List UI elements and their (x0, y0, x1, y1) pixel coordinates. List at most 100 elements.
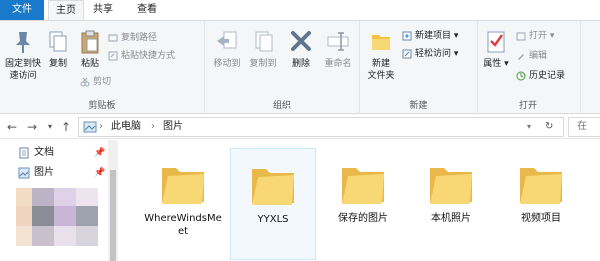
folder-item[interactable]: 视频项目 (498, 148, 584, 260)
obscured-region (54, 206, 76, 226)
file-list: WhereWindsMeet YYXLS 保存的图片 本机照片 视频项目 (120, 140, 600, 261)
open-icon (516, 32, 526, 40)
pin-icon: 📌 (94, 168, 106, 178)
cut-button[interactable]: 剪切 (80, 75, 111, 89)
edit-icon (518, 53, 524, 60)
delete-label: 删除 (291, 59, 310, 69)
obscured-region (16, 188, 32, 206)
nav-item-documents[interactable]: 文档 📌 (18, 144, 108, 162)
properties-icon (487, 31, 505, 53)
folder-item-selected[interactable]: YYXLS (230, 148, 316, 260)
obscured-region (16, 206, 32, 226)
pin-quick-access-label: 固定到快 速访问 (4, 59, 41, 81)
tab-home[interactable]: 主页 (48, 0, 84, 21)
obscured-region (76, 188, 98, 206)
folder-icon (520, 168, 562, 204)
obscured-region (32, 226, 54, 246)
history-button[interactable]: 历史记录 (516, 69, 565, 83)
obscured-region (54, 226, 76, 246)
pictures-icon (18, 167, 30, 179)
scissors-icon (80, 77, 90, 86)
folder-item[interactable]: 保存的图片 (320, 148, 406, 260)
nav-pane-scrollbar[interactable] (108, 140, 118, 261)
tab-file[interactable]: 文件 (0, 0, 44, 20)
delete-button[interactable]: 删除 (285, 29, 317, 70)
paste-shortcut-button[interactable]: 粘贴快捷方式 (108, 49, 175, 63)
edit-label: 编辑 (529, 51, 548, 61)
address-bar[interactable]: › 此电脑 › 图片 ▾ ↻ (78, 117, 564, 137)
properties-button[interactable]: 属性 ▾ (482, 29, 510, 70)
back-arrow-icon[interactable]: ← (4, 119, 20, 135)
open-button[interactable]: 打开 ▾ (516, 29, 554, 43)
paste-button[interactable]: 粘贴 (76, 29, 104, 70)
rename-label: 重命名 (324, 59, 352, 69)
copy-path-button[interactable]: 复制路径 (108, 31, 157, 45)
forward-arrow-icon[interactable]: → (24, 119, 40, 135)
copy-to-button[interactable]: 复制到 (245, 29, 281, 70)
tab-view[interactable]: 查看 (132, 0, 162, 20)
edit-button[interactable]: 编辑 (516, 49, 547, 63)
recent-locations-chevron-icon[interactable]: ▾ (42, 119, 58, 135)
rename-icon (327, 32, 349, 51)
obscured-region (76, 206, 98, 226)
nav-item-pictures[interactable]: 图片 📌 (18, 164, 108, 182)
copy-path-icon (108, 34, 118, 41)
organize-group-label: 组织 (272, 101, 291, 111)
up-arrow-icon[interactable]: ↑ (58, 119, 74, 135)
paste-shortcut-label: 粘贴快捷方式 (121, 51, 176, 61)
folder-icon (162, 168, 204, 204)
pin-icon (16, 32, 30, 53)
open-label: 打开 (529, 31, 548, 41)
delete-x-icon (291, 31, 311, 51)
tab-share[interactable]: 共享 (88, 0, 118, 20)
address-dropdown-chevron-icon[interactable]: ▾ (527, 118, 531, 136)
ribbon: 固定到快 速访问 复制 粘贴 复制路径 粘贴快捷方式 剪切 剪贴板 移动到 复制… (0, 20, 600, 114)
new-item-label: 新建项目 (415, 31, 452, 41)
folder-name: WhereWindsMeet (144, 213, 222, 237)
history-label: 历史记录 (529, 71, 566, 81)
rename-button[interactable]: 重命名 (319, 29, 357, 70)
copy-button[interactable]: 复制 (44, 29, 72, 70)
open-group-label: 打开 (518, 101, 537, 111)
new-folder-label: 新建 文件夹 (367, 59, 395, 81)
cut-label: 剪切 (93, 77, 112, 87)
documents-icon (19, 147, 29, 159)
folder-icon (252, 169, 294, 205)
breadcrumb-pictures[interactable]: 图片 (163, 118, 183, 136)
easy-access-button[interactable]: 轻松访问 ▾ (402, 47, 458, 61)
nav-pane-scrollbar-thumb[interactable] (110, 170, 116, 261)
copy-to-icon (255, 31, 273, 52)
search-input[interactable]: 在 (568, 117, 600, 137)
pin-quick-access-button[interactable]: 固定到快 速访问 (2, 29, 44, 82)
breadcrumb-this-pc[interactable]: 此电脑 (111, 118, 141, 136)
obscured-region (54, 188, 76, 206)
obscured-region (76, 226, 98, 246)
move-to-button[interactable]: 移动到 (209, 29, 245, 70)
picture-folder-icon (83, 121, 97, 133)
folder-name: YYXLS (257, 214, 289, 225)
nav-item-pictures-label: 图片 (34, 167, 54, 178)
copy-label: 复制 (48, 59, 67, 69)
open-group: 属性 ▾ 打开 ▾ 编辑 历史记录 打开 (478, 21, 578, 114)
folder-item[interactable]: 本机照片 (408, 148, 494, 260)
copy-to-label: 复制到 (249, 59, 277, 69)
refresh-icon[interactable]: ↻ (545, 118, 553, 136)
folder-name: 本机照片 (431, 213, 471, 224)
new-item-icon (402, 31, 412, 40)
paste-label: 粘贴 (80, 59, 99, 69)
new-folder-button[interactable]: 新建 文件夹 (362, 29, 400, 82)
obscured-region (32, 206, 54, 226)
ribbon-tab-bar: 文件 主页 共享 查看 (0, 0, 600, 21)
select-group-edge (580, 21, 600, 114)
nav-item-documents-label: 文档 (34, 147, 54, 158)
folder-item[interactable]: WhereWindsMeet (140, 148, 226, 260)
paste-icon (81, 30, 99, 54)
folder-icon (430, 168, 472, 204)
paste-shortcut-icon (108, 51, 118, 60)
easy-access-label: 轻松访问 (415, 49, 452, 59)
folder-icon (342, 168, 384, 204)
new-item-button[interactable]: 新建项目 ▾ (402, 29, 458, 43)
address-row: ← → ▾ ↑ › 此电脑 › 图片 ▾ ↻ 在 (0, 115, 600, 139)
new-group-label: 新建 (409, 101, 428, 111)
clipboard-group: 固定到快 速访问 复制 粘贴 复制路径 粘贴快捷方式 剪切 剪贴板 (0, 21, 205, 114)
